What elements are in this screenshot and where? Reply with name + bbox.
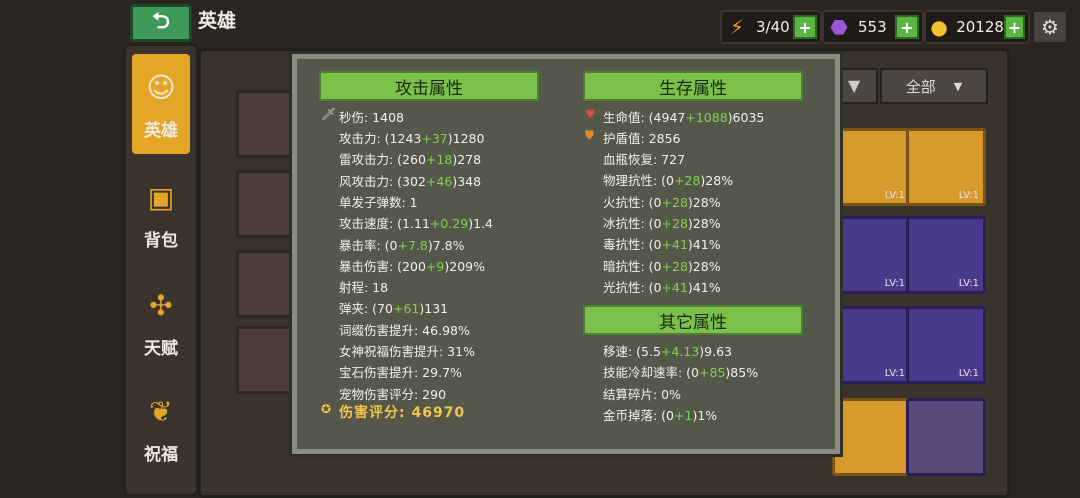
attack-stat-row: 单发子弹数: 1 (339, 194, 418, 210)
add-gems-button[interactable]: + (895, 15, 919, 39)
other-header: 其它属性 (583, 305, 803, 335)
hero-slot[interactable] (236, 90, 300, 158)
stats-popup: 攻击属性 生存属性 其它属性 🗡 秒伤: 1408 攻击力: (1243+37)… (292, 54, 840, 454)
lightning-icon: ⚡ (729, 15, 745, 39)
attack-stat-row: 宝石伤害提升: 29.7% (339, 365, 462, 381)
weapon-slot[interactable] (906, 398, 986, 476)
survival-stat-row: 暗抗性: (0+28)28% (603, 258, 721, 274)
sword-icon: 🗡 (321, 107, 337, 121)
weapon-slot[interactable]: LV:1 (832, 216, 912, 294)
blessing-icon: ❦ (149, 394, 173, 428)
nav-bag[interactable]: ▣ 背包 (132, 164, 190, 264)
bag-icon: ▣ (147, 180, 175, 214)
score-icon: ✪ (321, 402, 332, 416)
survival-header: 生存属性 (583, 71, 803, 101)
attack-header: 攻击属性 (319, 71, 539, 101)
weapon-slot[interactable]: LV:1 (832, 128, 912, 206)
survival-stat-row: 血瓶恢复: 727 (603, 152, 686, 167)
weapon-slot[interactable]: LV:1 (906, 216, 986, 294)
other-stat-row: 技能冷却速率: (0+85)85% (603, 365, 759, 381)
attack-stat-row: 宠物伤害评分: 290 (339, 386, 447, 402)
attack-stat-row: 雷攻击力: (260+18)278 (339, 152, 482, 168)
other-stat-row: 移速: (5.5+4.13)9.63 (603, 344, 732, 359)
gear-icon: ⚙ (1041, 15, 1059, 39)
attack-stat-row: 暴击伤害: (200+9)209% (339, 258, 485, 274)
back-button[interactable]: ⮌ (130, 4, 192, 42)
side-nav: ☺ 英雄 ▣ 背包 ✣ 天赋 ❦ 祝福 (124, 44, 198, 496)
energy-counter: ⚡ 3/40 + (720, 10, 822, 44)
attack-stat-row: 词缀伤害提升: 46.98% (339, 322, 470, 338)
hero-slot[interactable] (236, 170, 300, 238)
add-energy-button[interactable]: + (793, 15, 817, 39)
shield-icon: ⛊ (585, 128, 595, 142)
nav-blessing[interactable]: ❦ 祝福 (132, 378, 190, 478)
dropdown-icon: ▼ (953, 79, 963, 93)
nav-talent[interactable]: ✣ 天赋 (132, 272, 190, 372)
gem-counter: ⬣ 553 + (822, 10, 924, 44)
coin-counter: ● 20128 + (924, 10, 1030, 44)
add-coins-button[interactable]: + (1003, 15, 1025, 39)
hero-slot[interactable] (236, 250, 300, 318)
hp-row: ♥ 生命值: (4947+1088)6035 (585, 107, 765, 125)
survival-stat-row: 火抗性: (0+28)28% (603, 194, 721, 210)
survival-stat-row: 物理抗性: (0+28)28% (603, 173, 734, 189)
survival-stat-row: 毒抗性: (0+41)41% (603, 237, 721, 253)
shield-row: ⛊ 护盾值: 2856 (585, 128, 681, 146)
other-stat-row: 结算碎片: 0% (603, 386, 682, 402)
weapon-slot[interactable]: LV:1 (906, 128, 986, 206)
filter-all-dropdown[interactable]: 全部 ▼ (880, 68, 988, 104)
dps-row: 🗡 秒伤: 1408 (321, 107, 404, 125)
attack-stat-row: 风攻击力: (302+46)348 (339, 173, 482, 189)
hero-icon: ☺ (146, 70, 176, 104)
gem-icon: ⬣ (830, 15, 848, 39)
heart-icon: ♥ (585, 107, 596, 121)
survival-stat-row: 光抗性: (0+41)41% (603, 279, 721, 295)
attack-stat-row: 女神祝福伤害提升: 31% (339, 344, 475, 359)
attack-stat-row: 攻击速度: (1.11+0.29)1.4 (339, 216, 493, 232)
talent-icon: ✣ (149, 288, 173, 322)
weapon-slot[interactable]: LV:1 (906, 306, 986, 384)
damage-score-row: ✪ 伤害评分: 46970 (321, 402, 466, 421)
hero-slot[interactable] (236, 326, 300, 394)
nav-hero[interactable]: ☺ 英雄 (132, 54, 190, 154)
settings-button[interactable]: ⚙ (1032, 10, 1068, 44)
coin-icon: ● (930, 15, 948, 39)
weapon-slot[interactable]: LV:1 (832, 306, 912, 384)
attack-stat-row: 弹夹: (70+61)131 (339, 301, 449, 317)
attack-stat-row: 射程: 18 (339, 280, 389, 296)
attack-stat-row: 暴击率: (0+7.8)7.8% (339, 237, 465, 253)
weapon-slot[interactable] (832, 398, 912, 476)
attack-stat-row: 攻击力: (1243+37)1280 (339, 131, 485, 146)
dropdown-icon: ▼ (848, 76, 861, 95)
survival-stat-row: 冰抗性: (0+28)28% (603, 215, 721, 231)
page-title: 英雄 (198, 10, 237, 32)
other-stat-row: 金币掉落: (0+1)1% (603, 407, 718, 423)
back-arrow-icon: ⮌ (152, 9, 170, 34)
